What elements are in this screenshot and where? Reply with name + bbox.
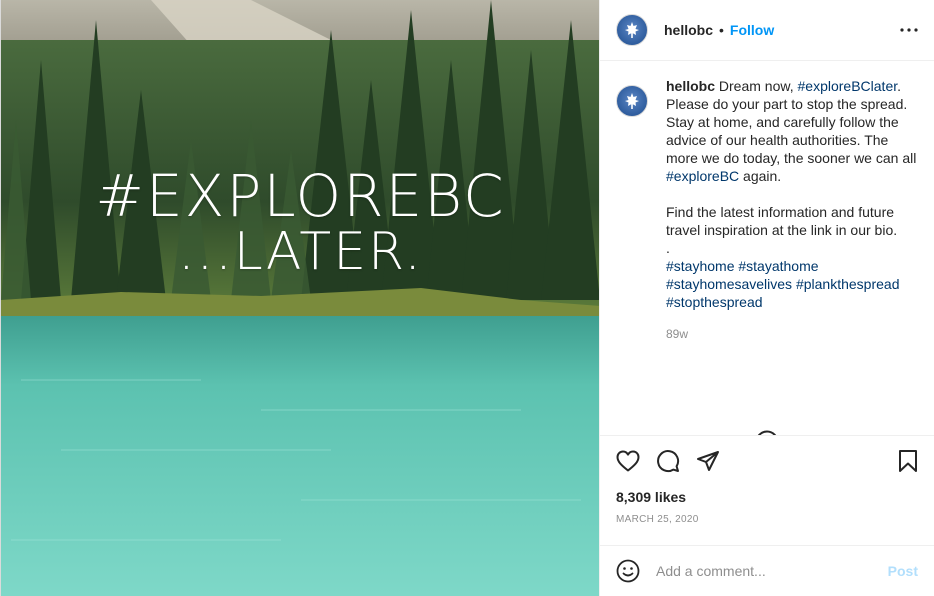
caption-age[interactable]: 89w (666, 325, 918, 343)
load-more-comments[interactable] (600, 430, 934, 435)
hashtag-link[interactable]: #plankthespread (796, 276, 900, 292)
hashtag-link[interactable]: #exploreBC (666, 168, 739, 184)
avatar[interactable] (616, 14, 648, 46)
maple-leaf-icon (625, 22, 639, 38)
caption-row: hellobc Dream now, #exploreBClater. Plea… (616, 77, 918, 343)
caption-paragraph: Find the latest information and future t… (666, 204, 898, 238)
add-comment-bar: Post (600, 545, 934, 596)
comment-input[interactable] (656, 563, 888, 579)
action-bar (600, 435, 934, 485)
comments-area: hellobc Dream now, #exploreBClater. Plea… (600, 61, 934, 435)
hashtag-link[interactable]: #stayhomesavelives (666, 276, 792, 292)
like-count[interactable]: 8,309 likes (600, 485, 934, 509)
more-options-icon[interactable] (900, 28, 918, 32)
smiley-icon[interactable] (616, 559, 640, 583)
paper-plane-icon[interactable] (696, 449, 720, 473)
post-side-panel: hellobc • Follow hellobc Dream now, #exp… (599, 0, 934, 596)
bookmark-icon[interactable] (898, 449, 918, 473)
post-header: hellobc • Follow (600, 0, 934, 61)
hashtag-link[interactable]: #stayathome (738, 258, 818, 274)
caption-dot: . (666, 240, 670, 256)
caption-username[interactable]: hellobc (666, 78, 715, 94)
hashtag-link[interactable]: #stayhome (666, 258, 734, 274)
comment-bubble-icon[interactable] (656, 449, 680, 473)
caption-part: Dream now, (715, 78, 798, 94)
landscape-illustration (1, 0, 599, 596)
header-username[interactable]: hellobc (664, 22, 713, 38)
header-separator: • (719, 22, 724, 38)
hashtag-link[interactable]: #exploreBClater (798, 78, 898, 94)
heart-icon[interactable] (616, 450, 640, 472)
overlay-headline: #EXPLOREBC (95, 162, 506, 230)
caption-part: again. (739, 168, 782, 184)
overlay-subline: ...LATER. (178, 222, 423, 282)
follow-button[interactable]: Follow (730, 22, 774, 38)
caption-text: hellobc Dream now, #exploreBClater. Plea… (666, 77, 918, 343)
post-comment-button[interactable]: Post (888, 563, 918, 579)
hashtag-link[interactable]: #stopthespread (666, 294, 763, 310)
plus-circle-icon[interactable] (755, 430, 779, 435)
maple-leaf-icon (625, 93, 639, 109)
post-photo[interactable]: #EXPLOREBC ...LATER. (0, 0, 599, 596)
post-date[interactable]: MARCH 25, 2020 (600, 509, 934, 533)
instagram-post: #EXPLOREBC ...LATER. hellobc • Follow he… (0, 0, 934, 596)
caption-avatar[interactable] (616, 85, 648, 117)
